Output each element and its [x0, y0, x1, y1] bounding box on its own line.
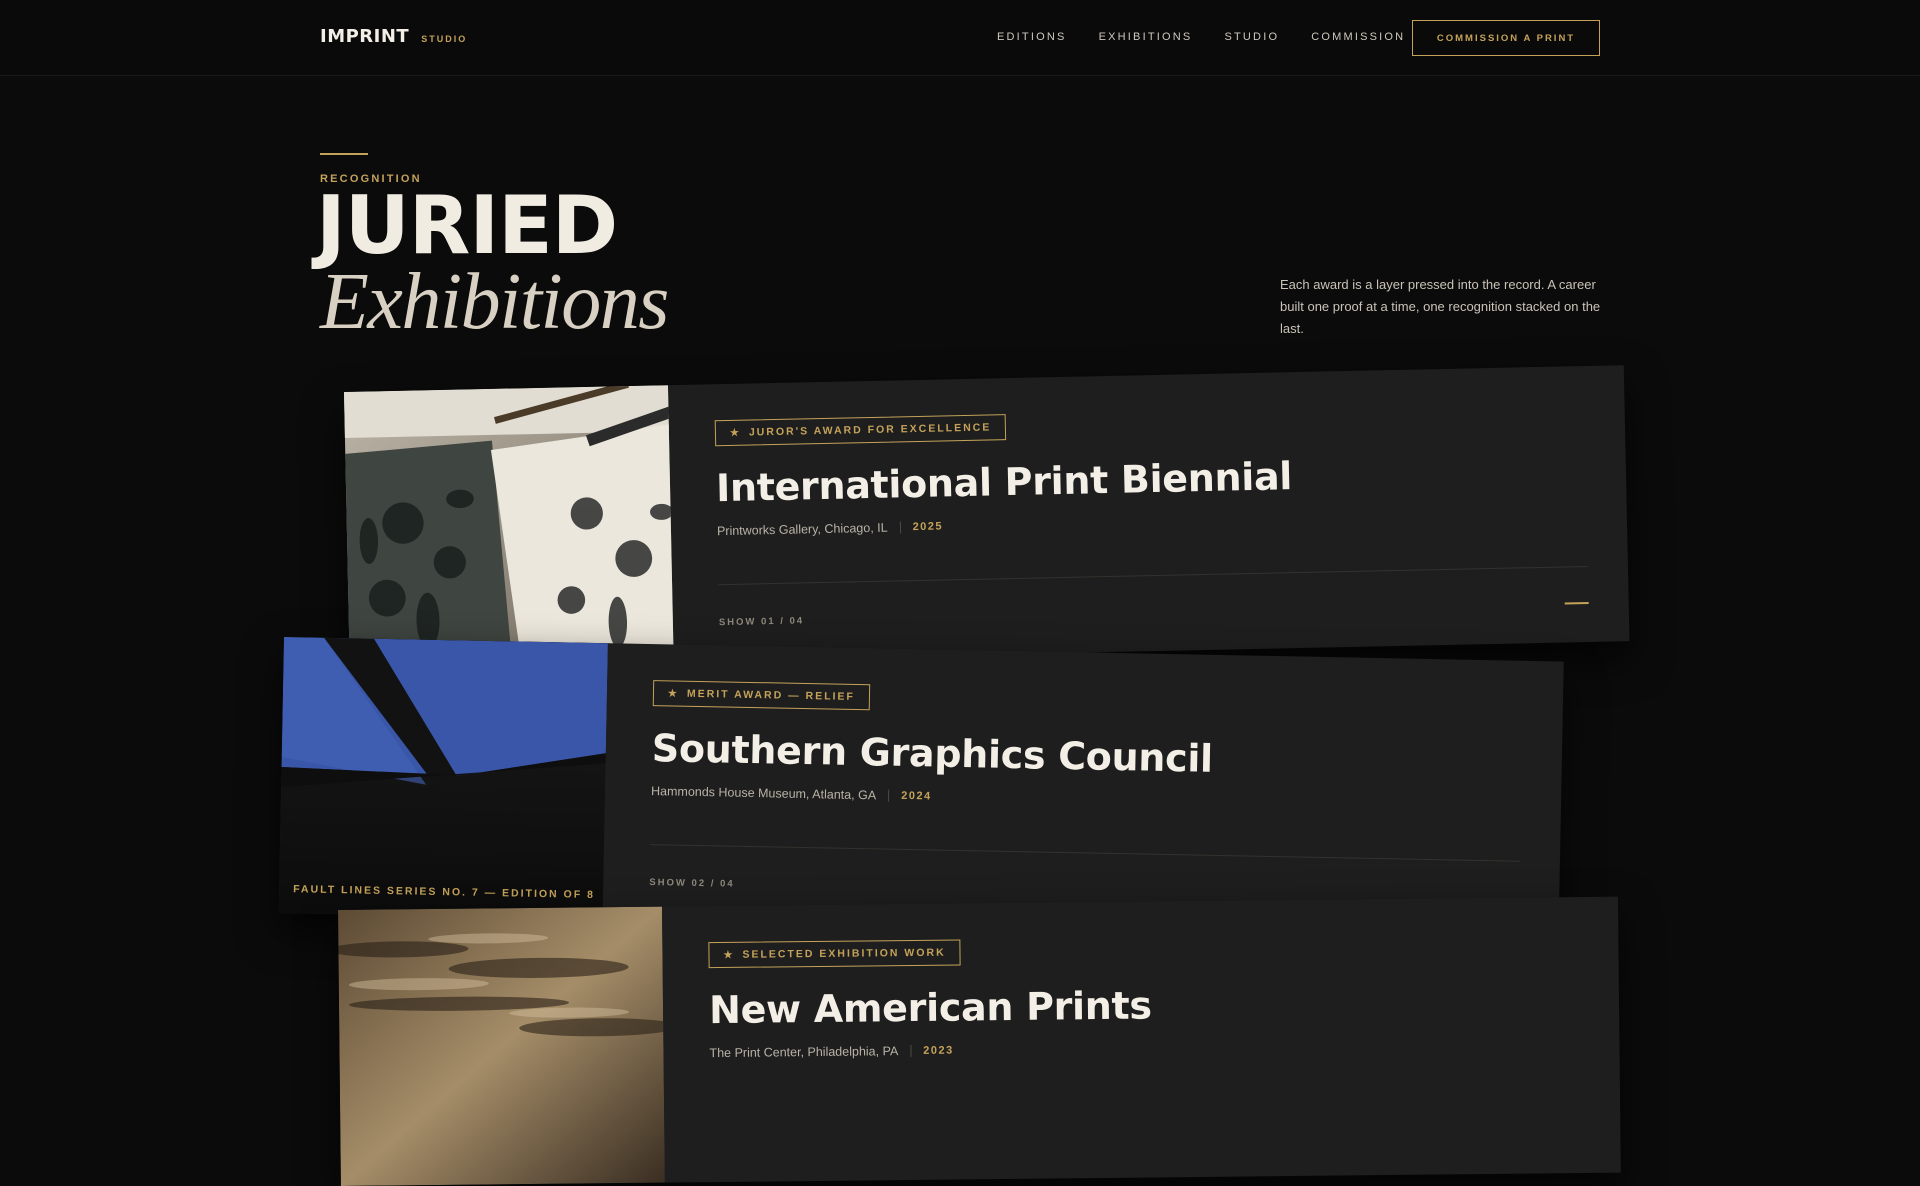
star-icon: ★ — [723, 949, 735, 961]
award-meta: Hammonds House Museum, Atlanta, GA 2024 — [651, 784, 932, 803]
nav-editions[interactable]: EDITIONS — [997, 31, 1067, 43]
top-navigation-bar: IMPRINT STUDIO EDITIONS EXHIBITIONS STUD… — [0, 0, 1920, 76]
award-badge-label: MERIT AWARD — RELIEF — [686, 687, 855, 703]
card-divider — [718, 565, 1588, 586]
award-venue: Hammonds House Museum, Atlanta, GA — [650, 784, 877, 803]
nav-studio[interactable]: STUDIO — [1224, 31, 1279, 43]
award-year: 2024 — [901, 789, 932, 803]
award-card[interactable]: FAULT LINES SERIES NO. 7 — EDITION OF 8 … — [278, 637, 1564, 938]
page-title: JURIED — [316, 179, 618, 272]
award-venue: Printworks Gallery, Chicago, IL — [716, 520, 888, 539]
award-venue: The Print Center, Philadelphia, PA — [709, 1044, 899, 1061]
award-image-woodblock — [344, 385, 674, 668]
award-title[interactable]: International Print Biennial — [716, 454, 1293, 510]
award-year: 2025 — [912, 520, 944, 534]
page-title-italic: Exhibitions — [320, 258, 669, 346]
brand-subtitle: STUDIO — [421, 34, 468, 44]
star-icon: ★ — [667, 687, 680, 700]
award-card-body: ★ MERIT AWARD — RELIEF Southern Graphics… — [649, 644, 1524, 937]
award-badge-label: JUROR'S AWARD FOR EXCELLENCE — [748, 421, 992, 439]
award-card[interactable]: ★ SELECTED EXHIBITION WORK New American … — [338, 896, 1621, 1186]
award-meta: The Print Center, Philadelphia, PA 2023 — [709, 1044, 954, 1061]
meta-divider — [899, 521, 901, 534]
award-image-rock-texture — [338, 906, 665, 1186]
award-badge: ★ JUROR'S AWARD FOR EXCELLENCE — [714, 414, 1007, 447]
eyebrow-accent-line — [320, 153, 368, 155]
award-meta: Printworks Gallery, Chicago, IL 2025 — [717, 519, 943, 538]
brand-logo[interactable]: IMPRINT STUDIO — [320, 26, 467, 47]
nav-exhibitions[interactable]: EXHIBITIONS — [1099, 31, 1193, 43]
meta-divider — [888, 789, 890, 802]
award-year: 2023 — [923, 1044, 954, 1057]
award-title[interactable]: New American Prints — [709, 983, 1152, 1032]
brand-name: IMPRINT — [320, 26, 410, 47]
star-icon: ★ — [729, 427, 742, 439]
award-card-body: ★ JUROR'S AWARD FOR EXCELLENCE Internati… — [714, 366, 1590, 660]
commission-a-print-button[interactable]: COMMISSION A PRINT — [1412, 20, 1600, 56]
award-image-fault-lines: FAULT LINES SERIES NO. 7 — EDITION OF 8 — [278, 637, 608, 920]
nav-commission[interactable]: COMMISSION — [1311, 31, 1405, 43]
award-badge: ★ SELECTED EXHIBITION WORK — [708, 939, 961, 969]
show-counter: SHOW 01 / 04 — [718, 615, 805, 629]
main-nav: EDITIONS EXHIBITIONS STUDIO COMMISSION — [997, 31, 1405, 43]
award-badge: ★ MERIT AWARD — RELIEF — [652, 680, 871, 711]
award-title[interactable]: Southern Graphics Council — [652, 726, 1214, 781]
award-card-body: ★ SELECTED EXHIBITION WORK New American … — [708, 897, 1581, 1182]
award-card[interactable]: ★ JUROR'S AWARD FOR EXCELLENCE Internati… — [344, 365, 1630, 668]
award-badge-label: SELECTED EXHIBITION WORK — [742, 946, 946, 961]
intro-paragraph: Each award is a layer pressed into the r… — [1280, 277, 1601, 336]
woodblock-print-image — [344, 385, 674, 668]
dash-icon[interactable] — [1564, 601, 1589, 605]
fault-lines-print-image — [278, 637, 608, 920]
card-divider — [650, 844, 1520, 862]
show-counter: SHOW 02 / 04 — [649, 877, 735, 890]
meta-divider — [910, 1045, 912, 1058]
rock-texture-print-image — [338, 906, 665, 1186]
